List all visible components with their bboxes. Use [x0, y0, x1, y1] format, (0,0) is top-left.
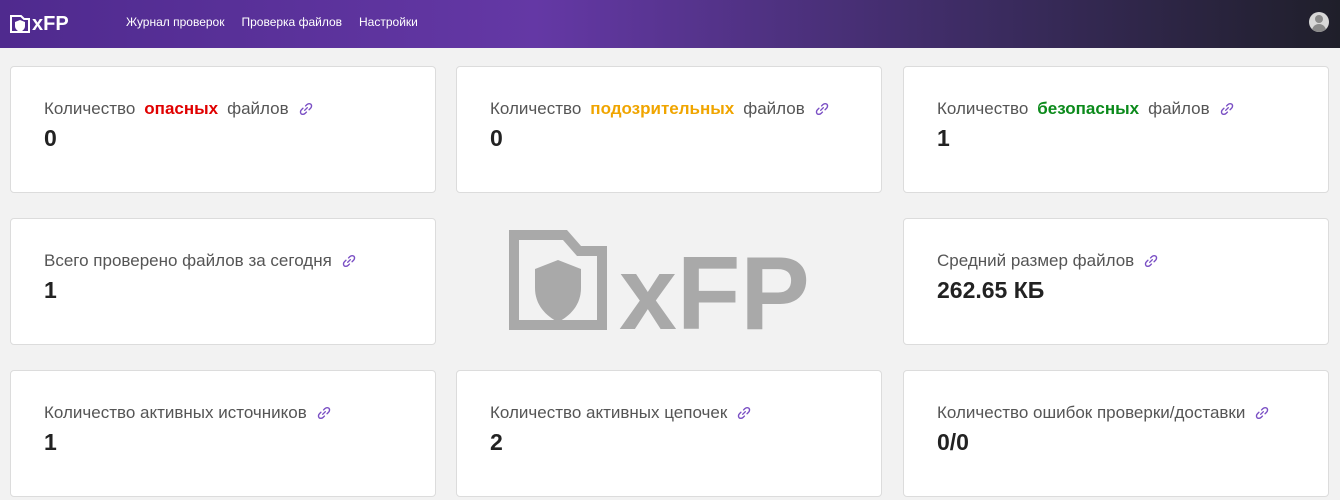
- top-navbar: xFP Журнал проверок Проверка файлов Наст…: [0, 0, 1340, 48]
- card-title-suffix: файлов: [743, 99, 805, 118]
- brand-text: xFP: [32, 12, 69, 35]
- errors-count: 0/0: [937, 429, 969, 455]
- card-title: Количество ошибок проверки/доставки: [937, 403, 1269, 423]
- link-icon[interactable]: [737, 406, 751, 420]
- card-title-text: Количество ошибок проверки/доставки: [937, 403, 1246, 422]
- active-chains-count: 2: [490, 429, 503, 455]
- card-title-prefix: Количество: [490, 99, 582, 118]
- card-title-text: Средний размер файлов: [937, 251, 1135, 270]
- watermark-text: xFP: [619, 236, 810, 332]
- card-safe-files: Количество безопасных файлов 1: [903, 66, 1329, 193]
- card-title: Средний размер файлов: [937, 251, 1158, 271]
- link-icon[interactable]: [342, 254, 356, 268]
- card-dangerous-files: Количество опасных файлов 0: [10, 66, 436, 193]
- card-checked-today: Всего проверено файлов за сегодня 1: [10, 218, 436, 345]
- dangerous-count: 0: [44, 125, 57, 151]
- card-title: Количество активных цепочек: [490, 403, 751, 423]
- card-errors: Количество ошибок проверки/доставки 0/0: [903, 370, 1329, 497]
- link-icon[interactable]: [1255, 406, 1269, 420]
- safe-count: 1: [937, 125, 950, 151]
- card-active-sources: Количество активных источников 1: [10, 370, 436, 497]
- card-title: Всего проверено файлов за сегодня: [44, 251, 356, 271]
- user-avatar-icon[interactable]: [1309, 12, 1329, 32]
- card-suspicious-files: Количество подозрительных файлов 0: [456, 66, 882, 193]
- active-sources-count: 1: [44, 429, 57, 455]
- card-active-chains: Количество активных цепочек 2: [456, 370, 882, 497]
- card-title: Количество опасных файлов: [44, 99, 313, 119]
- card-title-prefix: Количество: [937, 99, 1029, 118]
- link-icon[interactable]: [815, 102, 829, 116]
- link-icon[interactable]: [1220, 102, 1234, 116]
- xfp-watermark-logo: xFP: [509, 230, 839, 352]
- card-title-text: Количество активных цепочек: [490, 403, 728, 422]
- dangerous-highlight: опасных: [144, 99, 219, 118]
- average-size-value: 262.65 КБ: [937, 277, 1045, 303]
- card-title: Количество подозрительных файлов: [490, 99, 829, 119]
- card-title-suffix: файлов: [1148, 99, 1210, 118]
- main-nav: Журнал проверок Проверка файлов Настройк…: [126, 15, 418, 29]
- nav-settings[interactable]: Настройки: [359, 15, 418, 29]
- nav-check-log[interactable]: Журнал проверок: [126, 15, 224, 29]
- shield-file-icon: xFP: [509, 230, 810, 352]
- link-icon[interactable]: [299, 102, 313, 116]
- card-title-suffix: файлов: [227, 99, 289, 118]
- card-title-text: Всего проверено файлов за сегодня: [44, 251, 332, 270]
- shield-file-icon: [10, 15, 30, 33]
- card-title-prefix: Количество: [44, 99, 136, 118]
- card-title: Количество безопасных файлов: [937, 99, 1234, 119]
- card-title-text: Количество активных источников: [44, 403, 307, 422]
- link-icon[interactable]: [1144, 254, 1158, 268]
- safe-highlight: безопасных: [1037, 99, 1140, 118]
- link-icon[interactable]: [317, 406, 331, 420]
- suspicious-highlight: подозрительных: [590, 99, 735, 118]
- suspicious-count: 0: [490, 125, 503, 151]
- nav-file-check[interactable]: Проверка файлов: [241, 15, 342, 29]
- card-title: Количество активных источников: [44, 403, 331, 423]
- card-average-size: Средний размер файлов 262.65 КБ: [903, 218, 1329, 345]
- checked-today-count: 1: [44, 277, 57, 303]
- brand-logo[interactable]: xFP: [9, 12, 69, 36]
